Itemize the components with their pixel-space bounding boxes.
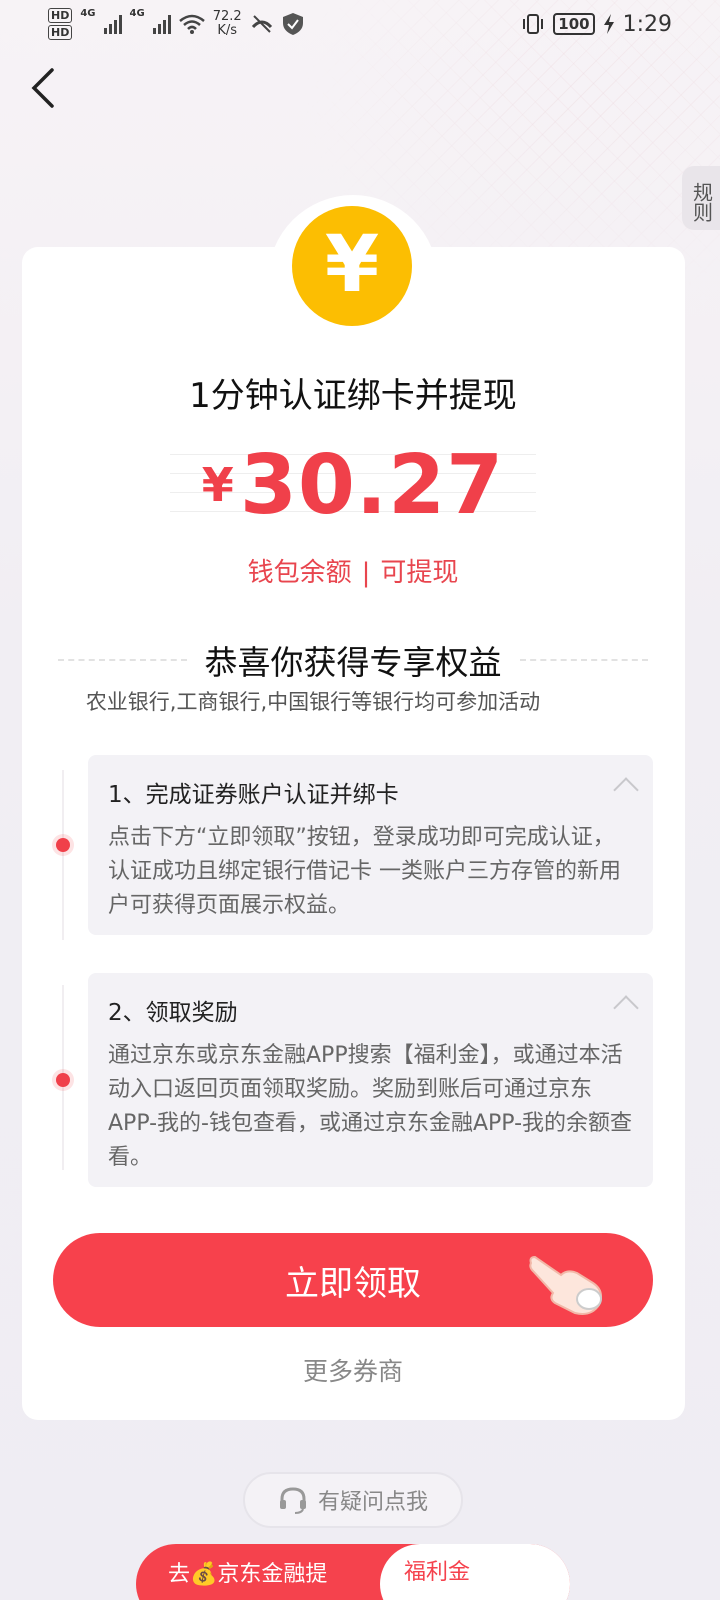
clock: 1:29 [622, 11, 672, 37]
amount-value: 30.27 [239, 438, 505, 533]
call-muted-icon [251, 15, 272, 33]
timeline-line [62, 770, 64, 940]
pointing-hand-icon [529, 1255, 602, 1315]
step-description: 点击下方“立即领取”按钮，登录成功即可完成认证，认证成功且绑定银行借记卡 一类账… [108, 825, 621, 918]
wallet-action: 可提现 [380, 558, 459, 588]
step-card[interactable]: 1、完成证券账户认证并绑卡 点击下方“立即领取”按钮，登录成功即可完成认证，认证… [88, 755, 653, 935]
help-label: 有疑问点我 [317, 1490, 428, 1515]
battery-indicator: 100 [553, 13, 595, 35]
bottom-banner[interactable]: 去💰京东金融提 福利金 [136, 1544, 570, 1600]
divider [519, 659, 648, 661]
chevron-left-icon [31, 68, 54, 108]
congrats-title: 恭喜你获得专享权益 [204, 643, 502, 682]
amount-currency: ¥ [201, 458, 234, 512]
congrats-header: 恭喜你获得专享权益 [58, 636, 648, 684]
status-left: HD HD 4G 4G 72.2 K/s [48, 8, 304, 40]
vibrate-icon [523, 14, 544, 34]
signal-icon [152, 14, 171, 34]
page-title: 1分钟认证绑卡并提现 [189, 376, 517, 416]
divider [58, 659, 187, 661]
headset-icon [279, 1487, 306, 1514]
status-right: 100 1:29 [521, 12, 672, 37]
hd-icon: HD [48, 25, 73, 40]
yuan-coin-icon: ¥ [292, 206, 412, 326]
network-speed: 72.2 K/s [213, 10, 242, 38]
bottom-left-text: 去💰京东金融提 [168, 1562, 328, 1587]
wallet-separator: | [361, 558, 371, 588]
banks-note: 农业银行,工商银行,中国银行等银行均可参加活动 [85, 690, 541, 714]
step-title: 2、领取奖励 [108, 1000, 238, 1026]
network-type: 4G [129, 8, 145, 19]
reward-amount: ¥30.27 [0, 438, 706, 533]
help-button[interactable]: 有疑问点我 [243, 1472, 463, 1528]
step-card[interactable]: 2、领取奖励 通过京东或京东金融APP搜索【福利金】，或通过本活动入口返回页面领… [88, 973, 653, 1187]
more-brokers-link[interactable]: 更多券商 [0, 1352, 706, 1388]
speed-value: 72.2 [212, 9, 242, 24]
charging-icon [603, 14, 614, 34]
timeline-dot [56, 838, 70, 852]
network-type: 4G [80, 8, 96, 19]
step-description: 通过京东或京东金融APP搜索【福利金】，或通过本活动入口返回页面领取奖励。奖励到… [108, 1043, 633, 1170]
welfare-tab[interactable]: 福利金 [380, 1544, 570, 1600]
wifi-icon [178, 14, 205, 34]
back-button[interactable] [28, 66, 68, 116]
wallet-status: 钱包余额 | 可提现 [0, 552, 706, 589]
hd-icon: HD [48, 8, 73, 23]
status-bar: HD HD 4G 4G 72.2 K/s 100 1:29 [0, 0, 720, 48]
step-title: 1、完成证券账户认证并绑卡 [108, 782, 399, 808]
speed-unit: K/s [217, 23, 237, 38]
shield-icon [282, 13, 303, 35]
rules-tab[interactable]: 规则 [682, 166, 720, 230]
wallet-label: 钱包余额 [247, 558, 352, 588]
hd-indicators: HD HD [48, 8, 73, 40]
timeline-dot [56, 1073, 70, 1087]
welfare-text: 福利金 [404, 1560, 471, 1585]
signal-icon [103, 14, 122, 34]
